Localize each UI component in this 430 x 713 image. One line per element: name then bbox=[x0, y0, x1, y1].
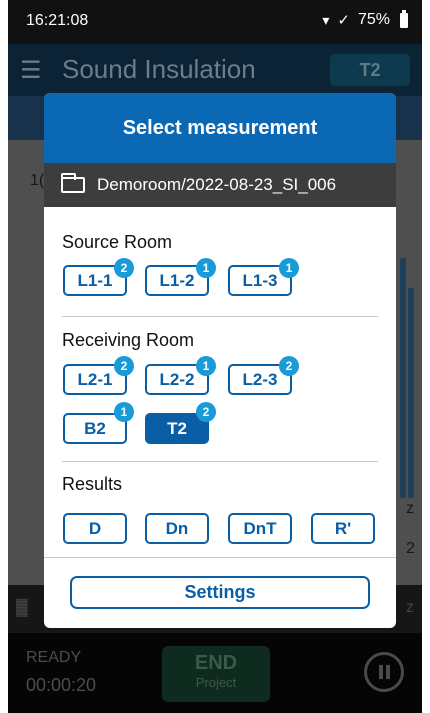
result-R-prime[interactable]: R' bbox=[311, 513, 375, 544]
battery-percent: 75% bbox=[357, 11, 390, 28]
status-time: 16:21:08 bbox=[26, 12, 89, 29]
status-bar: 16:21:08 ▾ ✓ 75% bbox=[8, 0, 422, 44]
result-label: D bbox=[88, 519, 102, 538]
battery-icon bbox=[400, 9, 408, 28]
measurement-label: L2-2 bbox=[159, 370, 195, 389]
count-badge: 2 bbox=[196, 402, 216, 422]
result-label: Dn bbox=[165, 519, 189, 538]
partial-axis-value: 2 bbox=[406, 540, 415, 557]
section-divider bbox=[62, 316, 378, 317]
section-divider bbox=[44, 557, 396, 558]
measurement-label: L2-1 bbox=[77, 370, 113, 389]
folder-icon bbox=[61, 173, 85, 193]
count-badge: 1 bbox=[114, 402, 134, 422]
result-label: R' bbox=[334, 519, 352, 538]
select-measurement-dialog: Select measurement Demoroom/2022-08-23_S… bbox=[44, 93, 396, 628]
receiving-room-title: Receiving Room bbox=[62, 330, 195, 350]
source-room-title: Source Room bbox=[62, 232, 173, 252]
results-title: Results bbox=[62, 474, 123, 494]
end-project-button[interactable]: END Project bbox=[162, 646, 270, 702]
pause-icon[interactable] bbox=[364, 652, 404, 692]
partial-unit: z bbox=[406, 599, 414, 616]
count-badge: 1 bbox=[196, 258, 216, 278]
project-path-bar[interactable]: Demoroom/2022-08-23_SI_006 bbox=[44, 163, 396, 207]
count-badge: 2 bbox=[279, 356, 299, 376]
app-title: Sound Insulation bbox=[62, 54, 256, 84]
count-badge: 2 bbox=[114, 258, 134, 278]
end-button-label: END bbox=[194, 652, 238, 674]
measurement-label: L1-3 bbox=[242, 271, 278, 290]
result-label: DnT bbox=[243, 519, 277, 538]
elapsed-timer: 00:00:20 bbox=[26, 675, 97, 695]
measurement-label: T2 bbox=[167, 419, 187, 438]
partial-axis-label: z bbox=[406, 500, 414, 517]
measurement-label: L2-3 bbox=[242, 370, 278, 389]
settings-button[interactable]: Settings bbox=[70, 576, 370, 609]
dialog-title: Select measurement bbox=[44, 93, 396, 163]
measurement-chip[interactable]: T2 bbox=[330, 54, 410, 86]
result-DnT[interactable]: DnT bbox=[228, 513, 292, 544]
count-badge: 1 bbox=[196, 356, 216, 376]
project-path: Demoroom/2022-08-23_SI_006 bbox=[97, 175, 337, 194]
end-button-sublabel: Project bbox=[195, 675, 237, 690]
spectrum-icon[interactable]: ▓ bbox=[16, 599, 28, 617]
result-D[interactable]: D bbox=[63, 513, 127, 544]
footer-bar: READY 00:00:20 END Project bbox=[8, 633, 422, 713]
measurement-label: B2 bbox=[84, 419, 106, 438]
app-bar: ☰ Sound Insulation T2 bbox=[8, 44, 422, 96]
level-bar bbox=[400, 258, 406, 498]
count-badge: 2 bbox=[114, 356, 134, 376]
menu-icon[interactable]: ☰ bbox=[20, 56, 42, 85]
no-sim-icon: ✓ bbox=[337, 12, 350, 29]
measurement-label: L1-1 bbox=[77, 271, 113, 290]
partial-value: 1( bbox=[30, 172, 45, 189]
status-icons: ▾ ✓ 75% bbox=[322, 9, 408, 29]
wifi-icon: ▾ bbox=[322, 11, 330, 28]
count-badge: 1 bbox=[279, 258, 299, 278]
status-label: READY bbox=[26, 649, 82, 666]
measurement-label: L1-2 bbox=[159, 271, 195, 290]
level-bar bbox=[408, 288, 414, 498]
section-divider bbox=[62, 461, 378, 462]
result-Dn[interactable]: Dn bbox=[145, 513, 209, 544]
